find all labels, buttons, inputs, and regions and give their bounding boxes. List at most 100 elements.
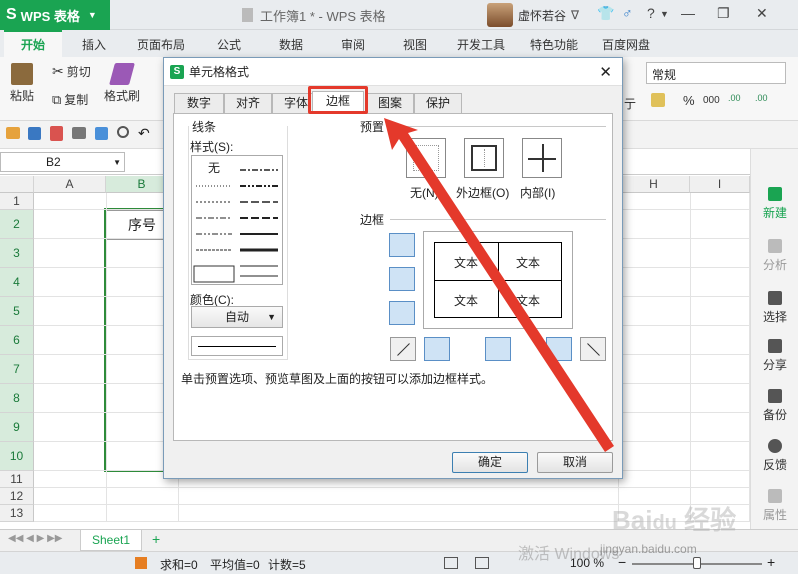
normal-view-icon[interactable]: [444, 557, 458, 569]
user-account[interactable]: 虚怀若谷 ∇: [487, 3, 579, 27]
preset-outline-button[interactable]: [464, 138, 504, 178]
line-style-samples[interactable]: [192, 156, 284, 286]
sheet-tab[interactable]: Sheet1: [80, 530, 142, 551]
row-header[interactable]: 12: [0, 488, 34, 505]
feedback-panel-button[interactable]: 反馈: [751, 439, 798, 473]
preview-text-1: 文本: [454, 256, 479, 270]
percent-button[interactable]: %: [683, 93, 695, 108]
column-gridline: [106, 326, 107, 355]
preset-none-button[interactable]: [406, 138, 446, 178]
properties-panel-button[interactable]: 属性: [751, 489, 798, 523]
column-gridline: [690, 326, 691, 355]
tab-home[interactable]: 开始: [4, 30, 62, 57]
select-panel-button[interactable]: 选择: [751, 291, 798, 325]
tab-baidu-netdisk[interactable]: 百度网盘: [602, 36, 650, 53]
column-header-a[interactable]: A: [34, 176, 106, 193]
app-menu-button[interactable]: S WPS 表格 ▼: [0, 0, 110, 30]
row-header[interactable]: 2: [0, 210, 34, 239]
share-panel-button[interactable]: 分享: [751, 339, 798, 373]
row-header[interactable]: 13: [0, 505, 34, 522]
border-left-button[interactable]: [424, 337, 450, 361]
dialog-close-icon[interactable]: ✕: [599, 63, 612, 81]
comma-button[interactable]: 000: [703, 95, 720, 106]
macro-icon[interactable]: [135, 557, 147, 569]
name-box[interactable]: B2 ▼: [0, 152, 125, 172]
page-view-icon[interactable]: [475, 557, 489, 569]
column-header-h[interactable]: H: [618, 176, 690, 193]
help-chevron-icon[interactable]: ▼: [660, 9, 669, 19]
row-header[interactable]: 6: [0, 326, 34, 355]
cut-button[interactable]: ✂ 剪切: [52, 63, 91, 80]
minimize-icon[interactable]: —: [681, 5, 695, 21]
currency-icon: [651, 93, 665, 107]
column-header-i[interactable]: I: [690, 176, 750, 193]
select-all-corner[interactable]: [0, 176, 34, 193]
print-icon[interactable]: [72, 127, 86, 139]
settings-icon[interactable]: ♂: [622, 5, 633, 21]
undo-icon[interactable]: ↶: [138, 125, 150, 142]
border-diagonal-down-button[interactable]: [580, 337, 606, 361]
tab-features[interactable]: 特色功能: [530, 36, 578, 53]
ok-button[interactable]: 确定: [452, 452, 528, 473]
open-icon[interactable]: [6, 127, 20, 139]
tab-pattern[interactable]: 图案: [366, 93, 414, 113]
ribbon-partial-label: 亍: [624, 97, 637, 111]
decrease-decimal-icon[interactable]: .00: [755, 93, 768, 103]
column-gridline: [690, 442, 691, 471]
row-header[interactable]: 7: [0, 355, 34, 384]
help-button[interactable]: ?: [647, 5, 655, 21]
pdf-icon[interactable]: [50, 126, 63, 141]
tab-developer[interactable]: 开发工具: [457, 36, 505, 53]
row-header[interactable]: 10: [0, 442, 34, 471]
copy-button[interactable]: ⧉ 复制: [52, 91, 88, 108]
border-right-button[interactable]: [546, 337, 572, 361]
color-dropdown[interactable]: 自动 ▼: [191, 306, 283, 328]
row-header[interactable]: 5: [0, 297, 34, 326]
tab-insert[interactable]: 插入: [82, 36, 106, 53]
row-header[interactable]: 9: [0, 413, 34, 442]
border-top-button[interactable]: [389, 233, 415, 257]
format-painter-button[interactable]: 格式刷: [104, 63, 140, 104]
row-header[interactable]: 4: [0, 268, 34, 297]
tab-view[interactable]: 视图: [403, 36, 427, 53]
number-format-select[interactable]: 常规: [646, 62, 786, 84]
new-panel-button[interactable]: 新建: [751, 187, 798, 221]
backup-panel-button[interactable]: 备份: [751, 389, 798, 423]
row-header[interactable]: 3: [0, 239, 34, 268]
restore-icon[interactable]: ❐: [717, 5, 730, 22]
zoom-in-button[interactable]: +: [767, 554, 775, 570]
line-style-list[interactable]: 无: [191, 155, 283, 285]
border-diagonal-up-button[interactable]: [390, 337, 416, 361]
zoom-slider-handle[interactable]: [693, 557, 701, 569]
row-header[interactable]: 11: [0, 471, 34, 488]
paste-button[interactable]: 粘贴: [10, 63, 34, 104]
search-icon[interactable]: [117, 126, 129, 138]
print-preview-icon[interactable]: [95, 127, 108, 140]
skin-icon[interactable]: 👕: [597, 5, 614, 22]
tab-formula[interactable]: 公式: [217, 36, 241, 53]
preset-inside-button[interactable]: [522, 138, 562, 178]
close-icon[interactable]: ✕: [756, 5, 768, 22]
properties-icon: [768, 489, 782, 503]
tab-review[interactable]: 审阅: [341, 36, 365, 53]
add-sheet-button[interactable]: +: [152, 531, 160, 547]
increase-decimal-icon[interactable]: .00: [728, 93, 741, 103]
tab-data[interactable]: 数据: [279, 36, 303, 53]
save-icon[interactable]: [28, 127, 41, 140]
wps-logo-icon: S: [170, 64, 184, 79]
border-middle-vertical-button[interactable]: [485, 337, 511, 361]
cancel-button[interactable]: 取消: [537, 452, 613, 473]
border-middle-horizontal-button[interactable]: [389, 267, 415, 291]
tab-alignment[interactable]: 对齐: [224, 93, 272, 113]
row-header[interactable]: 1: [0, 193, 34, 210]
tab-number[interactable]: 数字: [174, 93, 224, 113]
border-bottom-button[interactable]: [389, 301, 415, 325]
border-preview[interactable]: 文本 文本 文本 文本: [423, 231, 573, 329]
column-gridline: [690, 297, 691, 326]
tab-page-layout[interactable]: 页面布局: [137, 36, 185, 53]
tab-protection[interactable]: 保护: [414, 93, 462, 113]
currency-button[interactable]: [651, 93, 665, 107]
row-header[interactable]: 8: [0, 384, 34, 413]
analyze-panel-button[interactable]: 分析: [751, 239, 798, 273]
sheet-nav-icon[interactable]: ◀◀ ◀ ▶ ▶▶: [8, 533, 62, 544]
